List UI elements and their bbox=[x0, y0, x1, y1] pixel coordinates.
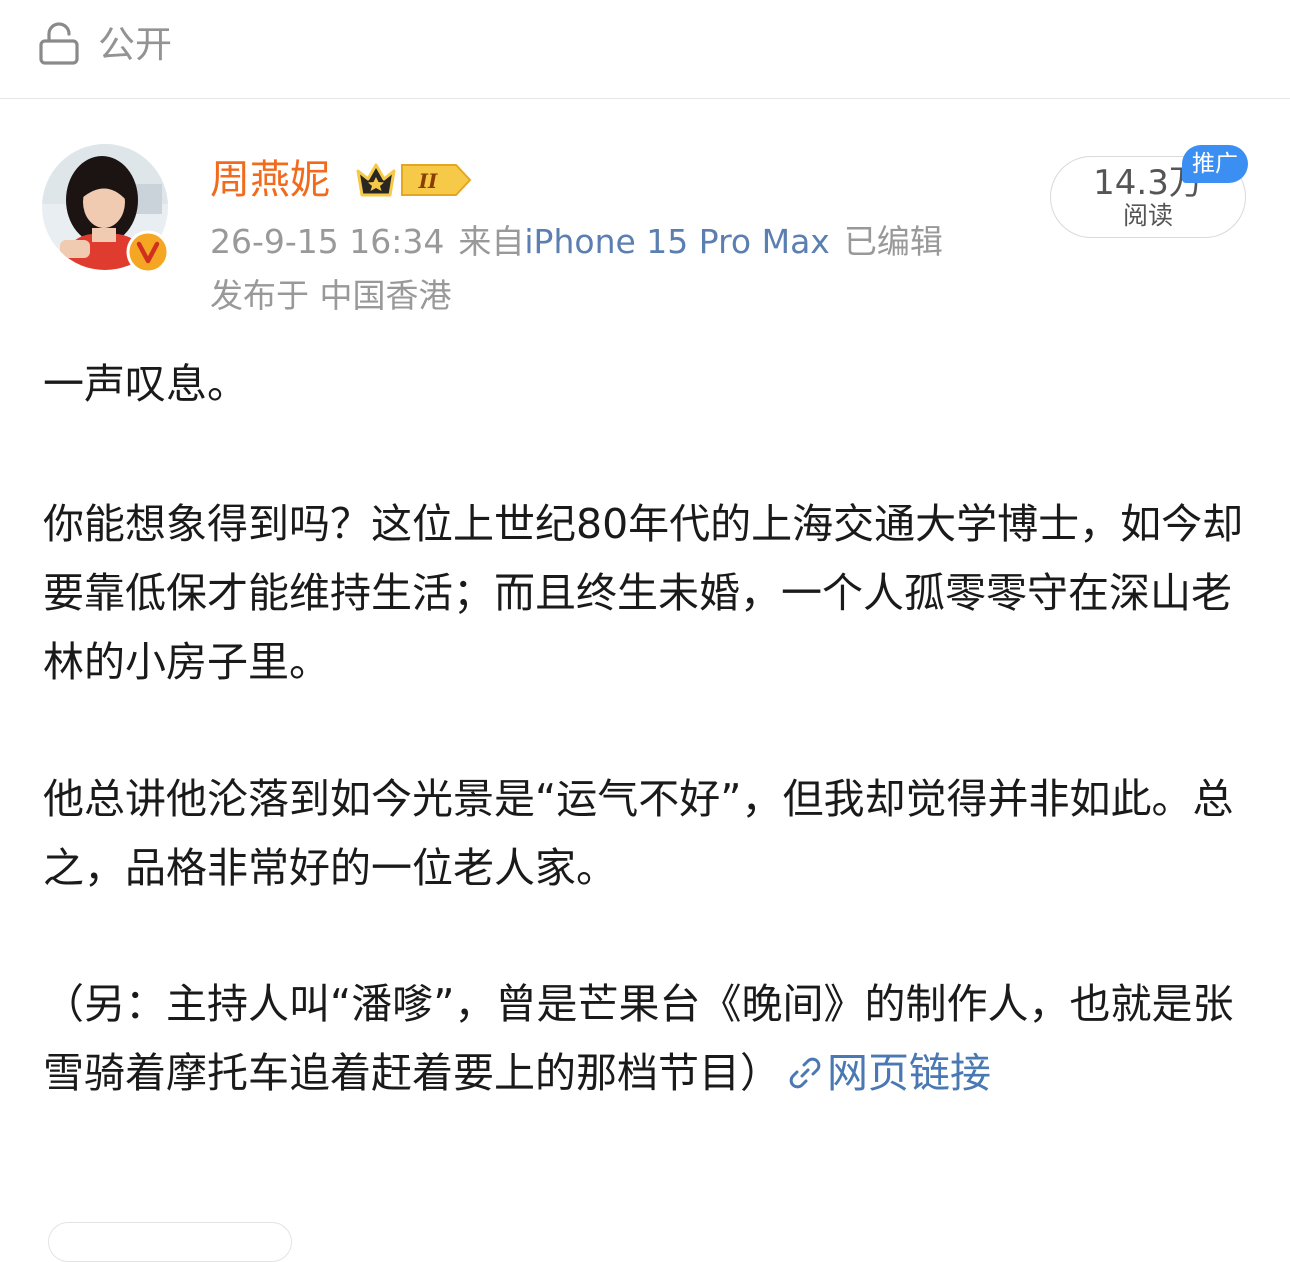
web-link-label: 网页链接 bbox=[827, 1049, 991, 1097]
author-name[interactable]: 周燕妮 bbox=[210, 154, 330, 206]
visibility-label[interactable]: 公开 bbox=[98, 22, 172, 68]
post-paragraph: 你能想象得到吗？这位上世纪80年代的上海交通大学博士，如今却要靠低保才能维持生活… bbox=[43, 500, 1244, 686]
edited-label[interactable]: 已编辑 bbox=[844, 222, 943, 261]
source-prefix: 来自 bbox=[458, 222, 525, 261]
device-link[interactable]: iPhone 15 Pro Max bbox=[524, 222, 829, 261]
post-timestamp: 26-9-15 16:34 bbox=[210, 222, 445, 261]
repost-card-edge[interactable] bbox=[48, 1222, 292, 1262]
top-bar: 公开 bbox=[0, 0, 1290, 99]
verified-v-icon bbox=[126, 230, 170, 274]
post-paragraph: 他总讲他沦落到如今光景是“运气不好”，但我却觉得并非如此。总之，品格非常好的一位… bbox=[43, 775, 1234, 892]
member-level-text: II bbox=[418, 169, 438, 193]
post-paragraph: 一声叹息。 bbox=[43, 360, 248, 408]
post-meta: 26-9-15 16:34 来自iPhone 15 Pro Max 已编辑 bbox=[210, 220, 943, 264]
web-link[interactable]: 网页链接 bbox=[781, 1049, 991, 1097]
post-location: 发布于 中国香港 bbox=[210, 276, 452, 315]
lock-open-icon[interactable] bbox=[38, 22, 80, 66]
promo-tag[interactable]: 推广 bbox=[1182, 145, 1248, 183]
link-icon bbox=[789, 1057, 821, 1089]
crown-level-badge-icon[interactable]: II bbox=[354, 157, 472, 203]
post-paragraph: （另：主持人叫“潘嗲”，曾是芒果台《晚间》的制作人，也就是张雪骑着摩托车追着赶着… bbox=[43, 980, 1234, 1097]
read-label: 阅读 bbox=[1122, 201, 1173, 230]
post-paragraph-with-link: （另：主持人叫“潘嗲”，曾是芒果台《晚间》的制作人，也就是张雪骑着摩托车追着赶着… bbox=[43, 970, 1253, 1108]
